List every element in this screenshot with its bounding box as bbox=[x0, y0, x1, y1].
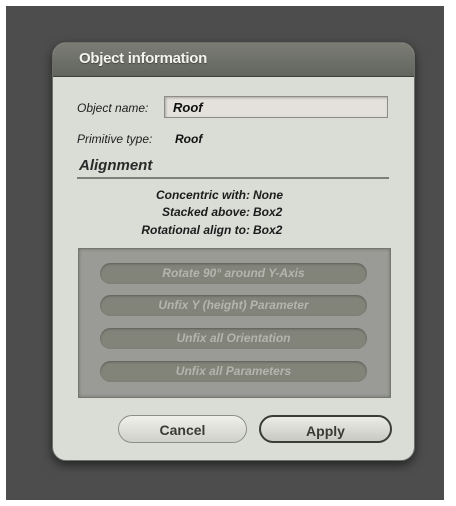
unfix-parameters-button[interactable]: Unfix all Parameters bbox=[100, 361, 367, 382]
alignment-divider bbox=[77, 177, 389, 179]
cancel-button[interactable]: Cancel bbox=[118, 415, 247, 443]
rotate-y-axis-button[interactable]: Rotate 90° around Y-Axis bbox=[100, 263, 367, 284]
alignment-section-title: Alignment bbox=[79, 157, 153, 174]
rotational-value: Box2 bbox=[253, 223, 283, 237]
unfix-y-parameter-button[interactable]: Unfix Y (height) Parameter bbox=[100, 295, 367, 316]
dialog-title: Object information bbox=[79, 50, 207, 67]
object-information-dialog: Object information Object name: Roof Pri… bbox=[52, 42, 415, 461]
concentric-label: Concentric with: bbox=[155, 188, 250, 202]
rotational-label: Rotational align to: bbox=[141, 223, 250, 237]
stacked-label: Stacked above: bbox=[161, 205, 250, 219]
primitive-type-value: Roof bbox=[175, 132, 203, 146]
object-name-field[interactable]: Roof bbox=[164, 96, 388, 118]
alignment-actions-panel: Rotate 90° around Y-Axis Unfix Y (height… bbox=[78, 248, 391, 398]
dialog-titlebar[interactable]: Object information bbox=[53, 43, 414, 77]
stacked-value: Box2 bbox=[253, 205, 283, 219]
primitive-type-label: Primitive type: bbox=[77, 132, 153, 146]
concentric-value: None bbox=[253, 188, 283, 202]
apply-button[interactable]: Apply bbox=[259, 415, 392, 443]
object-name-label: Object name: bbox=[77, 101, 149, 115]
unfix-orientation-button[interactable]: Unfix all Orientation bbox=[100, 328, 367, 349]
